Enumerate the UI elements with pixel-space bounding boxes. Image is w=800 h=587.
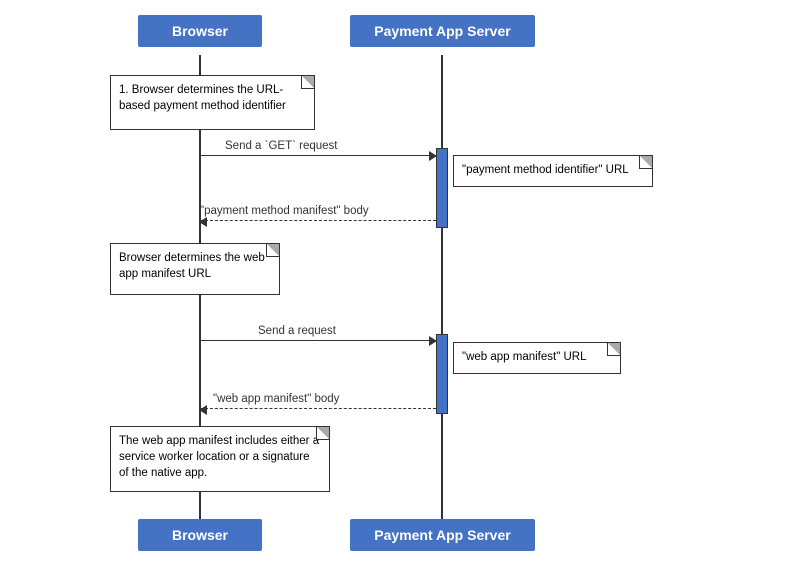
arrow-wam-body <box>200 408 436 409</box>
server-lifeline-line <box>441 55 443 530</box>
browser-lifeline-bottom: Browser <box>138 519 262 551</box>
arrow-send-request <box>200 340 436 341</box>
note-web-app-manifest: Browser determines the web app manifest … <box>110 243 280 295</box>
server-lifeline-bottom: Payment App Server <box>350 519 535 551</box>
browser-lifeline-top: Browser <box>138 15 262 47</box>
note-payment-method: 1. Browser determines the URL-based paym… <box>110 75 315 130</box>
arrow-wam-label: "web app manifest" body <box>213 393 339 405</box>
arrow-send-request-label: Send a request <box>258 325 336 337</box>
arrow-manifest-body <box>200 220 436 221</box>
note-pmi-url: "payment method identifier" URL <box>453 155 653 187</box>
server-lifeline-top: Payment App Server <box>350 15 535 47</box>
arrow-manifest-label: "payment method manifest" body <box>200 205 369 217</box>
activation-box-1 <box>436 148 448 228</box>
arrow-get-request <box>200 155 436 156</box>
note-wam-url: "web app manifest" URL <box>453 342 621 374</box>
sequence-diagram: Browser Payment App Server 1. Browser de… <box>0 0 800 587</box>
arrow-get-label: Send a `GET` request <box>225 140 338 152</box>
activation-box-2 <box>436 334 448 414</box>
note-manifest-includes: The web app manifest includes either a s… <box>110 426 330 492</box>
